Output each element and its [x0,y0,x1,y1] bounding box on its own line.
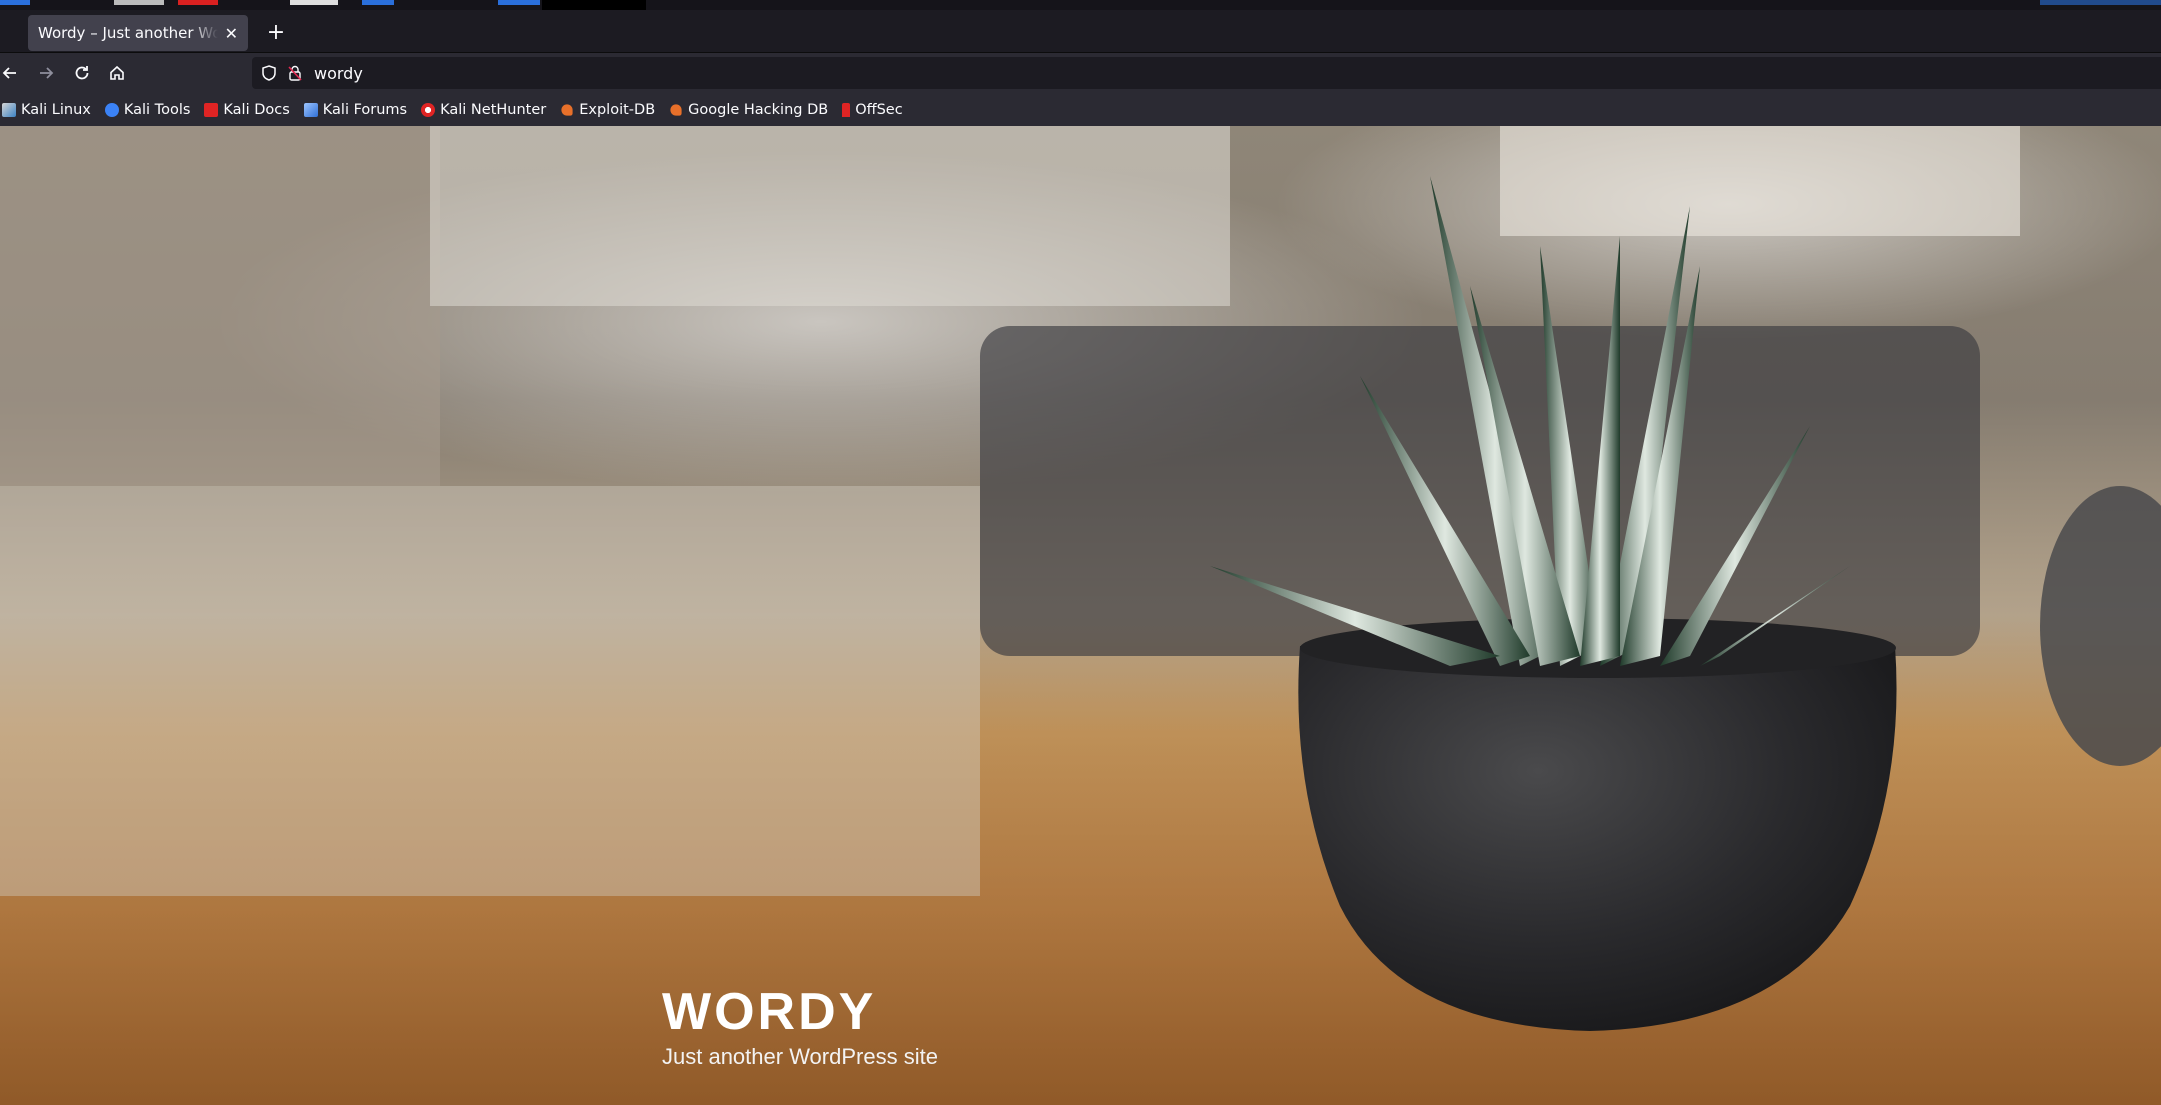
close-tab-icon[interactable]: ✕ [225,24,238,43]
os-app-indicator[interactable] [290,0,338,5]
bookmark-exploit-db[interactable]: Exploit-DB [560,102,655,118]
kali-forums-icon [303,102,318,117]
browser-tab[interactable]: Wordy – Just another WordPress site ✕ [28,15,248,51]
bookmark-label: Kali Tools [123,101,191,118]
bookmark-label: Google Hacking DB [688,101,829,118]
bookmark-label: Kali NetHunter [440,101,547,118]
tab-title: Wordy – Just another WordPress site [38,24,218,42]
bookmark-google-hacking-db[interactable]: Google Hacking DB [669,102,828,118]
ghdb-icon [670,103,682,116]
os-menu-indicator[interactable] [0,0,30,5]
os-window-button[interactable] [542,0,646,10]
home-button[interactable] [103,59,131,87]
site-title[interactable]: WORDY [662,982,876,1042]
bookmark-kali-tools[interactable]: Kali Tools [104,101,191,118]
exploit-db-icon [561,103,573,116]
os-system-tray[interactable] [2040,0,2161,5]
kali-docs-icon [204,102,219,117]
bookmark-label: Kali Forums [322,101,408,118]
url-bar[interactable]: wordy [252,57,2161,89]
bookmark-offsec[interactable]: OffSec [842,102,903,118]
bookmark-label: Kali Docs [223,101,290,118]
home-icon [110,65,124,80]
url-text[interactable]: wordy [314,64,363,83]
os-workspace-indicator[interactable] [498,0,540,5]
bookmark-label: OffSec [855,101,903,118]
page-viewport: WORDY Just another WordPress site [0,126,2161,1105]
site-tagline: Just another WordPress site [662,1044,938,1069]
forward-arrow-icon [40,67,54,79]
offsec-icon [842,102,851,117]
kali-dragon-icon [2,102,16,117]
hero-background-image [0,126,2161,1031]
os-workspace-indicator[interactable] [362,0,394,5]
bookmark-label: Kali Linux [21,101,91,118]
bookmark-kali-nethunter[interactable]: Kali NetHunter [421,102,546,118]
bookmark-kali-docs[interactable]: Kali Docs [204,101,290,118]
insecure-lock-icon[interactable] [286,64,304,86]
nethunter-icon [421,102,436,117]
tab-bar: Wordy – Just another WordPress site ✕ + [0,10,2161,52]
bookmark-label: Exploit-DB [579,101,656,118]
os-top-panel [0,0,2161,10]
kali-tools-icon [104,102,119,117]
reload-button[interactable] [68,59,96,87]
back-arrow-icon [2,67,16,79]
os-app-indicator[interactable] [114,0,164,5]
bookmarks-toolbar: Kali Linux Kali Tools Kali Docs Kali For… [0,93,2161,127]
bookmark-kali-forums[interactable]: Kali Forums [303,101,408,118]
back-button[interactable] [0,59,24,87]
navigation-toolbar: wordy [0,52,2161,93]
new-tab-button[interactable]: + [262,19,290,47]
tracking-protection-shield-icon[interactable] [260,64,278,86]
reload-icon [75,66,89,80]
bookmark-kali-linux[interactable]: Kali Linux [2,102,91,118]
os-app-indicator[interactable] [178,0,218,5]
forward-button[interactable] [32,59,60,87]
